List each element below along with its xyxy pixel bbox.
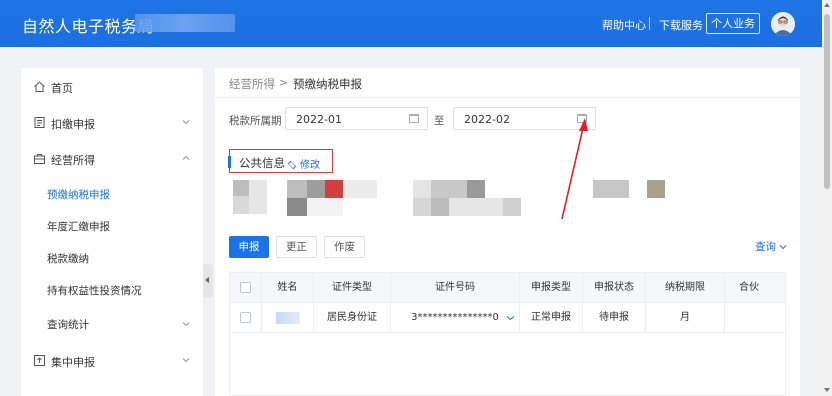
- status-cell: 待申报: [583, 303, 646, 333]
- sidebar-subitem-payment[interactable]: 税款缴纳: [21, 242, 203, 274]
- sidebar-subitem-label: 查询统计: [47, 319, 89, 331]
- download-service-link[interactable]: 下载服务: [659, 17, 703, 33]
- col-name-header: 姓名: [262, 273, 314, 303]
- calendar-icon: [409, 114, 419, 123]
- idnumber-cell: 3***************0: [391, 303, 520, 333]
- chevron-down-icon: [182, 358, 190, 363]
- sidebar-item-home[interactable]: 首页: [21, 70, 203, 104]
- sidebar-subitem-label: 年度汇缴申报: [47, 221, 110, 233]
- user-avatar-icon[interactable]: [771, 12, 795, 36]
- period-start-value: 2022-01: [296, 113, 342, 126]
- edit-label: 修改: [300, 160, 320, 171]
- scroll-thumb[interactable]: [824, 14, 830, 189]
- page-scrollbar[interactable]: [822, 0, 832, 396]
- sidebar-item-label: 集中申报: [51, 356, 95, 369]
- scroll-down-icon[interactable]: [824, 388, 830, 392]
- top-header: 自然人电子税务局 帮助中心 下载服务 个人业务: [0, 0, 822, 47]
- edit-public-info-link[interactable]: 修改: [287, 156, 320, 171]
- col-idnumber-header: 证件号码: [391, 273, 520, 303]
- sidebar-subitem-label: 税款缴纳: [47, 253, 89, 265]
- personal-business-button[interactable]: 个人业务: [706, 13, 760, 34]
- idnumber-value: 3***************0: [411, 312, 499, 323]
- caret-left-icon: [205, 277, 209, 283]
- col-idtype-header: 证件类型: [314, 273, 391, 303]
- sidebar-item-label: 经营所得: [51, 154, 95, 167]
- breadcrumb-separator: >: [279, 76, 289, 89]
- calendar-icon: [577, 114, 587, 123]
- briefcase-icon: [34, 154, 45, 164]
- chevron-down-icon[interactable]: [506, 314, 515, 322]
- col-period-header: 纳税期限: [646, 273, 725, 303]
- col-partner-header: 合伙: [725, 273, 785, 303]
- sidebar-item-withhold[interactable]: 扣缴申报: [21, 106, 203, 140]
- period-start-field[interactable]: 2022-01: [285, 107, 428, 130]
- sidebar-subitem-annual[interactable]: 年度汇缴申报: [21, 210, 203, 242]
- document-icon: [34, 117, 45, 128]
- declare-button[interactable]: 申报: [229, 236, 269, 258]
- query-toggle[interactable]: 查询: [755, 239, 787, 254]
- col-decltype-header: 申报类型: [520, 273, 583, 303]
- upload-box-icon: [34, 355, 45, 366]
- col-status-header: 申报状态: [583, 273, 646, 303]
- breadcrumb: 经营所得 > 预缴纳税申报: [215, 68, 800, 98]
- sidebar-subitem-query[interactable]: 查询统计: [21, 308, 203, 340]
- declaration-table: 姓名 证件类型 证件号码 申报类型 申报状态 纳税期限 合伙 居民身份证 3**…: [229, 272, 786, 396]
- name-cell: [262, 303, 314, 333]
- public-info-title: 公共信息: [239, 156, 285, 170]
- scroll-up-icon[interactable]: [824, 3, 830, 7]
- sidebar-menu: 首页 扣缴申报 经营所得 预缴纳税申报 年度汇缴申报 税款缴纳 持有权益性投资情…: [21, 68, 203, 396]
- tax-period-label: 税款所属期: [229, 115, 282, 127]
- period-end-field[interactable]: 2022-02: [453, 107, 596, 130]
- header-divider: [649, 17, 650, 30]
- home-icon: [34, 81, 45, 92]
- void-button[interactable]: 作废: [324, 236, 365, 258]
- chevron-up-icon: [182, 155, 190, 160]
- sidebar-item-label: 首页: [51, 82, 73, 95]
- sidebar-subitem-prepay[interactable]: 预缴纳税申报: [21, 178, 203, 210]
- sidebar-collapse-handle[interactable]: [203, 264, 213, 298]
- masked-username: [135, 14, 235, 32]
- table-row[interactable]: 居民身份证 3***************0 正常申报 待申报 月: [230, 303, 785, 333]
- idtype-cell: 居民身份证: [314, 303, 391, 333]
- breadcrumb-parent[interactable]: 经营所得: [229, 76, 275, 92]
- chevron-down-icon: [182, 120, 190, 125]
- query-label: 查询: [755, 241, 776, 253]
- period-end-value: 2022-02: [464, 113, 510, 126]
- partner-cell: [725, 303, 785, 333]
- sidebar-subitem-label: 预缴纳税申报: [47, 189, 110, 201]
- select-all-checkbox[interactable]: [240, 282, 251, 293]
- sidebar-subitem-equity[interactable]: 持有权益性投资情况: [21, 274, 203, 306]
- main-panel: 经营所得 > 预缴纳税申报 税款所属期 2022-01 至 2022-02 公共…: [215, 68, 800, 396]
- row-select-cell: [230, 303, 262, 333]
- sidebar-subitem-label: 持有权益性投资情况: [47, 285, 142, 297]
- breadcrumb-current: 预缴纳税申报: [293, 77, 362, 91]
- sidebar-item-business[interactable]: 经营所得: [21, 142, 203, 176]
- edit-pencil-icon: [287, 160, 297, 170]
- section-accent-bar: [228, 156, 231, 168]
- sidebar-item-label: 扣缴申报: [51, 118, 95, 131]
- chevron-down-icon: [182, 322, 190, 327]
- period-cell: 月: [646, 303, 725, 333]
- sidebar-item-centralized[interactable]: 集中申报: [21, 344, 203, 378]
- select-all-cell: [230, 273, 262, 303]
- correct-button[interactable]: 更正: [276, 236, 317, 258]
- help-center-link[interactable]: 帮助中心: [602, 17, 646, 33]
- period-to-label: 至: [434, 115, 445, 127]
- masked-name: [275, 312, 300, 324]
- table-header: 姓名 证件类型 证件号码 申报类型 申报状态 纳税期限 合伙: [230, 273, 785, 303]
- chevron-down-icon: [779, 245, 787, 250]
- row-checkbox[interactable]: [240, 312, 251, 323]
- decltype-cell: 正常申报: [520, 303, 583, 333]
